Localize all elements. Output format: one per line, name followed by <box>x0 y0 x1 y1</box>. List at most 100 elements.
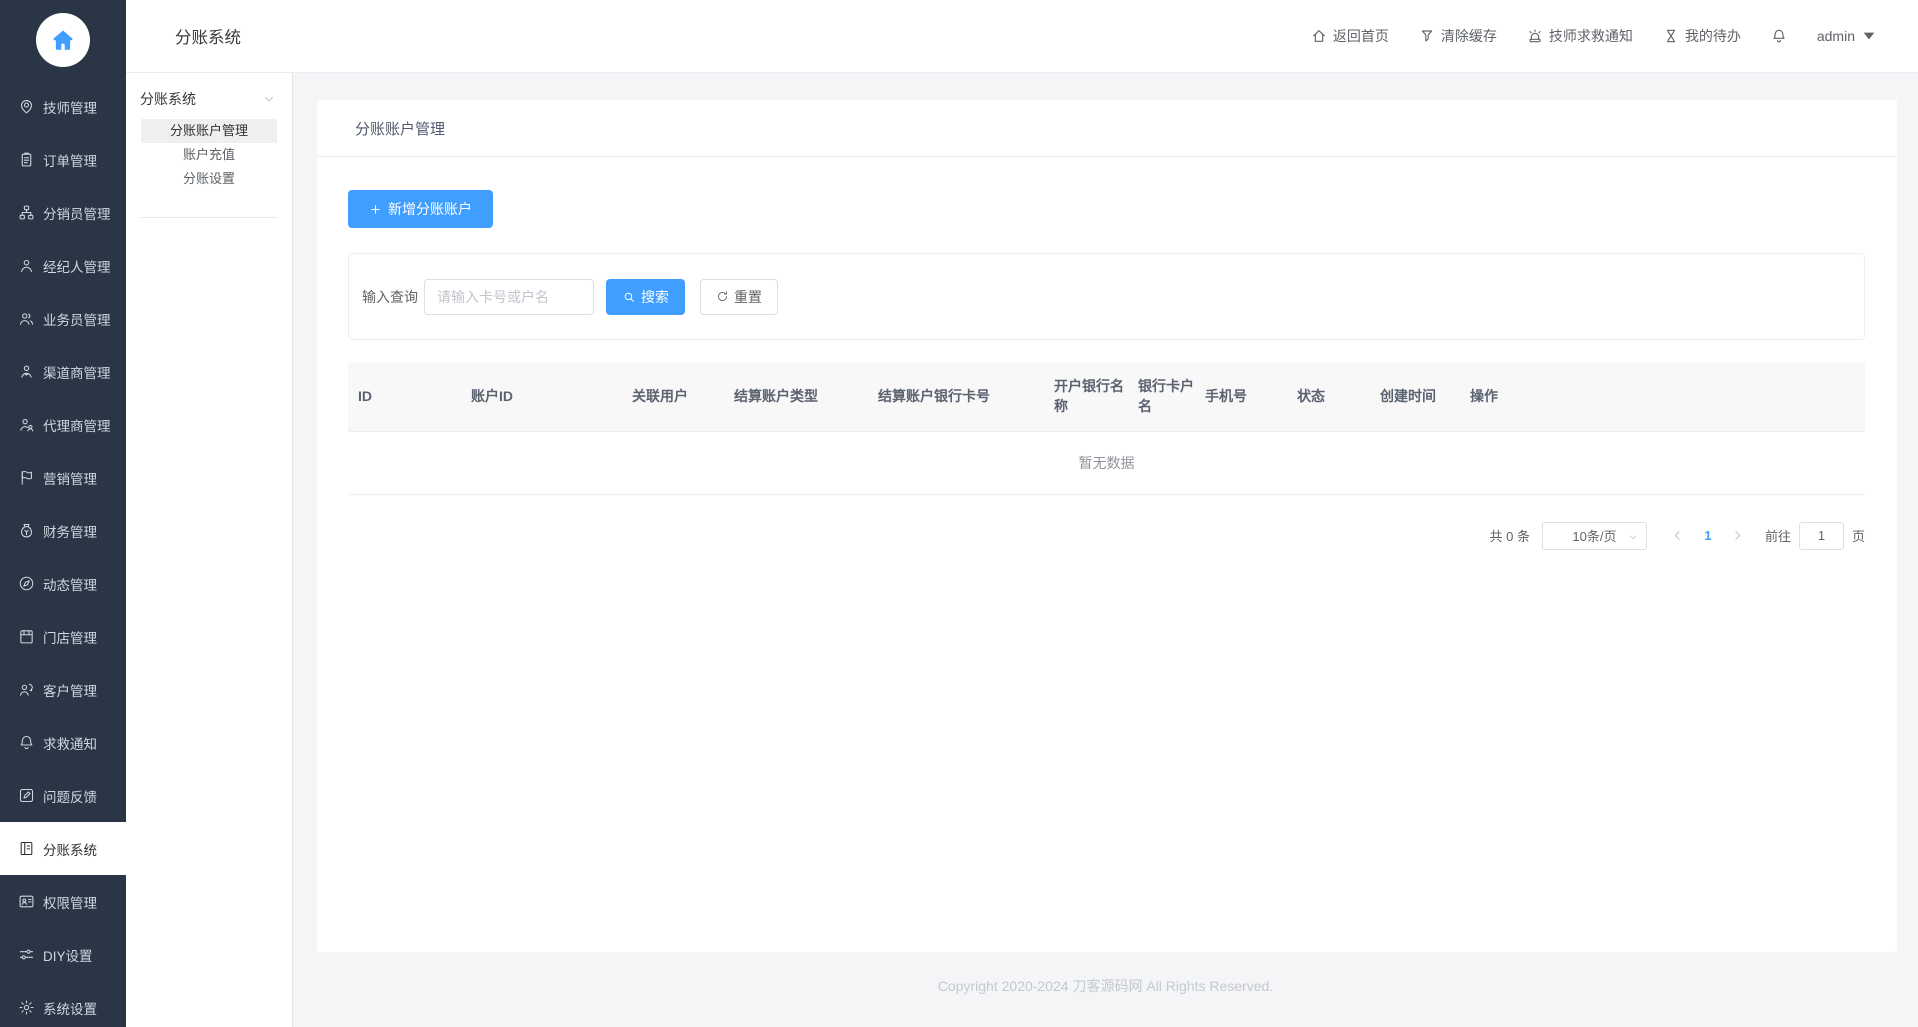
top-header: 分账系统 返回首页 清除缓存 技师求救通知 我的待办 admin <box>126 0 1918 73</box>
add-account-label: 新增分账账户 <box>388 201 472 217</box>
store-icon <box>18 628 35 645</box>
table-header-row: ID 账户ID 关联用户 结算账户类型 结算账户银行卡号 开户银行名称 银行卡户… <box>348 362 1865 432</box>
main-sidebar: 技师管理 订单管理 分销员管理 经纪人管理 业务员管理 渠道商管理 代理商管理 <box>0 0 126 1027</box>
caret-down-icon <box>1863 32 1875 40</box>
pagination: 共 0 条 10条/页 1 前往 页 <box>348 521 1865 550</box>
sidebar-item-customer[interactable]: 客户管理 <box>0 663 126 716</box>
search-label: 输入查询 <box>362 288 418 305</box>
sidebar-item-label: 分销员管理 <box>43 206 111 222</box>
sidebar-item-split-account[interactable]: 分账系统 <box>0 822 126 875</box>
sidebar-item-sos-notice[interactable]: 求救通知 <box>0 716 126 769</box>
table-empty-state: 暂无数据 <box>348 432 1865 495</box>
notification-button[interactable] <box>1771 28 1787 44</box>
chevron-down-icon <box>1629 534 1637 539</box>
sidebar-item-finance[interactable]: 财务管理 <box>0 504 126 557</box>
prev-page-button[interactable] <box>1663 522 1693 550</box>
settings-gear-icon <box>18 999 35 1016</box>
search-icon <box>624 292 634 302</box>
marketing-icon <box>18 469 35 486</box>
reset-button[interactable]: 重置 <box>700 278 778 315</box>
chevron-down-icon <box>265 97 273 102</box>
column-header-bank-name: 开户银行名称 <box>1044 362 1128 432</box>
column-header-bank-card-no: 结算账户银行卡号 <box>868 362 1044 432</box>
sidebar-item-marketing[interactable]: 营销管理 <box>0 451 126 504</box>
back-home-label: 返回首页 <box>1332 28 1389 44</box>
workspace: 分账系统 分账账户管理 账户充值 分账设置 分账账户管理 新增分账账户 输入查询 <box>126 73 1918 1027</box>
sidebar-item-label: 经纪人管理 <box>43 259 111 275</box>
content-card: 分账账户管理 新增分账账户 输入查询 搜索 重置 <box>317 100 1897 952</box>
sidebar-item-permission[interactable]: 权限管理 <box>0 875 126 928</box>
goto-page-input[interactable] <box>1798 521 1844 550</box>
sidebar-item-label: 客户管理 <box>43 683 97 699</box>
technician-sos-label: 技师求救通知 <box>1548 28 1633 44</box>
copyright-footer: Copyright 2020-2024 刀客源码网 All Rights Res… <box>937 978 1274 994</box>
sidebar-item-label: 问题反馈 <box>43 789 97 805</box>
sidebar-item-label: 财务管理 <box>43 524 97 540</box>
column-header-phone: 手机号 <box>1195 362 1287 432</box>
submenu-item-account-recharge[interactable]: 账户充值 <box>141 143 277 167</box>
sidebar-item-order[interactable]: 订单管理 <box>0 133 126 186</box>
diy-icon <box>18 946 35 963</box>
accounts-table: ID 账户ID 关联用户 结算账户类型 结算账户银行卡号 开户银行名称 银行卡户… <box>348 362 1865 432</box>
submenu-group-split-account[interactable]: 分账系统 <box>126 73 292 119</box>
permission-icon <box>18 893 35 910</box>
card-body: 新增分账账户 输入查询 搜索 重置 <box>317 157 1897 550</box>
chevron-right-icon <box>1735 531 1741 540</box>
search-button[interactable]: 搜索 <box>606 278 685 315</box>
sidebar-item-label: 系统设置 <box>43 1001 97 1017</box>
goto-label: 前往 <box>1764 529 1791 545</box>
ledger-icon <box>18 840 35 857</box>
pagination-total: 共 0 条 <box>1489 529 1530 545</box>
sidebar-item-label: 业务员管理 <box>43 312 111 328</box>
clear-cache-link[interactable]: 清除缓存 <box>1419 26 1497 46</box>
technician-icon <box>18 98 35 115</box>
user-menu[interactable]: admin <box>1817 28 1883 44</box>
logo[interactable] <box>0 0 126 80</box>
sidebar-item-settings[interactable]: 系统设置 <box>0 981 126 1027</box>
username: admin <box>1816 28 1855 44</box>
sidebar-item-label: 订单管理 <box>43 153 97 169</box>
plus-icon <box>371 204 380 214</box>
sidebar-nav: 技师管理 订单管理 分销员管理 经纪人管理 业务员管理 渠道商管理 代理商管理 <box>0 80 126 1027</box>
refresh-icon <box>718 291 727 301</box>
hourglass-icon <box>1666 29 1676 43</box>
sidebar-item-technician[interactable]: 技师管理 <box>0 80 126 133</box>
sidebar-item-diy[interactable]: DIY设置 <box>0 928 126 981</box>
reset-button-label: 重置 <box>734 288 762 305</box>
card-title: 分账账户管理 <box>355 120 446 138</box>
submenu-item-split-settings[interactable]: 分账设置 <box>141 167 277 191</box>
sidebar-item-channel[interactable]: 渠道商管理 <box>0 345 126 398</box>
search-panel: 输入查询 搜索 重置 <box>348 253 1865 340</box>
clear-cache-label: 清除缓存 <box>1440 28 1497 44</box>
technician-sos-link[interactable]: 技师求救通知 <box>1527 26 1633 46</box>
channel-icon <box>18 363 35 380</box>
sidebar-item-label: 代理商管理 <box>43 418 111 434</box>
sidebar-item-distributor[interactable]: 分销员管理 <box>0 186 126 239</box>
header-actions: 返回首页 清除缓存 技师求救通知 我的待办 admin <box>1281 26 1918 46</box>
submenu-group-label: 分账系统 <box>140 91 196 107</box>
order-icon <box>18 151 35 168</box>
sidebar-item-feedback[interactable]: 问题反馈 <box>0 769 126 822</box>
sidebar-item-label: 技师管理 <box>43 100 97 116</box>
sidebar-item-broker[interactable]: 经纪人管理 <box>0 239 126 292</box>
page-number-1[interactable]: 1 <box>1693 528 1723 543</box>
sos-bell-icon <box>18 734 35 751</box>
sidebar-item-activity[interactable]: 动态管理 <box>0 557 126 610</box>
back-home-link[interactable]: 返回首页 <box>1311 26 1389 46</box>
search-input[interactable] <box>424 278 594 315</box>
clear-cache-icon <box>1421 30 1433 42</box>
app-title: 分账系统 <box>175 29 241 47</box>
page-size-value: 10条/页 <box>1572 529 1617 545</box>
next-page-button[interactable] <box>1723 522 1753 550</box>
column-header-created-at: 创建时间 <box>1370 362 1460 432</box>
sidebar-item-store[interactable]: 门店管理 <box>0 610 126 663</box>
column-header-related-user: 关联用户 <box>622 362 724 432</box>
submenu-item-account-management[interactable]: 分账账户管理 <box>141 119 277 143</box>
column-header-card-holder: 银行卡户名 <box>1128 362 1195 432</box>
my-todo-link[interactable]: 我的待办 <box>1663 26 1741 46</box>
sidebar-item-agent[interactable]: 代理商管理 <box>0 398 126 451</box>
sidebar-item-salesman[interactable]: 业务员管理 <box>0 292 126 345</box>
page-size-select[interactable]: 10条/页 <box>1541 521 1647 550</box>
chevron-left-icon <box>1675 531 1681 540</box>
add-account-button[interactable]: 新增分账账户 <box>348 190 493 228</box>
